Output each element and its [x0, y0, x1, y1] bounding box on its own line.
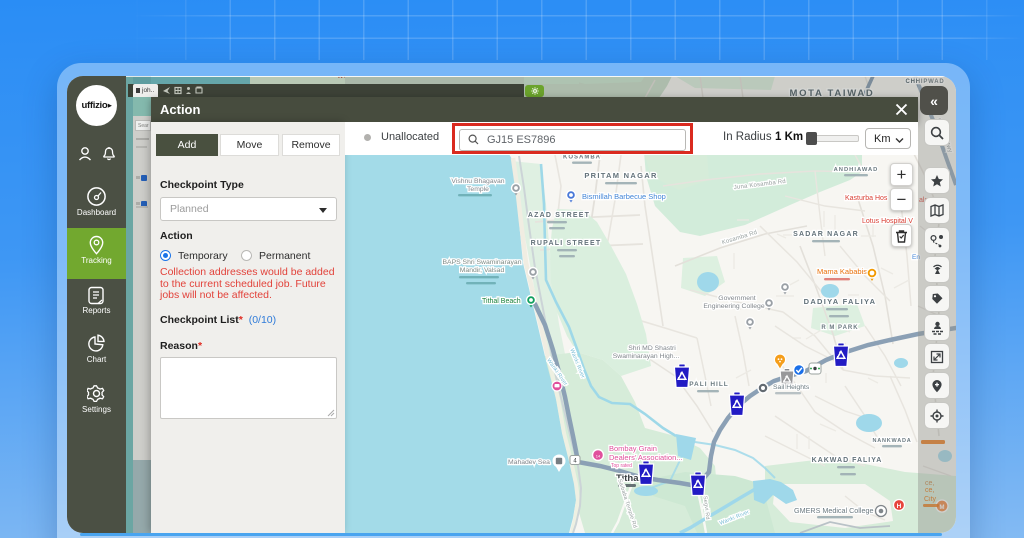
svg-text:BAPS Shri Swaminarayan: BAPS Shri Swaminarayan: [443, 259, 522, 266]
svg-text:Vishnu Bhagavan: Vishnu Bhagavan: [451, 178, 504, 185]
svg-text:R M PARK: R M PARK: [821, 325, 858, 331]
svg-text:14: 14: [596, 454, 601, 459]
svg-text:AZAD STREET: AZAD STREET: [528, 212, 590, 219]
svg-text:Sail Heights: Sail Heights: [773, 384, 810, 391]
svg-text:Mandir, Valsad: Mandir, Valsad: [460, 267, 505, 274]
svg-text:Mama Kababis: Mama Kababis: [817, 267, 867, 276]
svg-text:Bombay Grain: Bombay Grain: [609, 444, 657, 453]
svg-text:Shri MD Shastri: Shri MD Shastri: [628, 345, 676, 352]
svg-text:Mahadev Sea: Mahadev Sea: [508, 459, 550, 466]
svg-text:PRITAM NAGAR: PRITAM NAGAR: [584, 171, 657, 180]
svg-text:SADAR NAGAR: SADAR NAGAR: [793, 231, 859, 238]
svg-text:H: H: [897, 503, 902, 510]
svg-text:PALI HILL: PALI HILL: [689, 381, 729, 388]
svg-text:NANKWADA: NANKWADA: [872, 438, 911, 444]
svg-text:DADIYA FALIYA: DADIYA FALIYA: [804, 297, 877, 306]
svg-text:Kasturba Hos: Kasturba Hos: [845, 195, 888, 202]
svg-text:ANDHIAWAD: ANDHIAWAD: [834, 167, 879, 173]
svg-text:KAKWAD FALIYA: KAKWAD FALIYA: [812, 457, 883, 464]
svg-text:Temple: Temple: [467, 186, 489, 193]
svg-text:Government: Government: [718, 295, 756, 302]
svg-text:City: City: [924, 496, 937, 503]
svg-text:KOSAMBA: KOSAMBA: [563, 155, 601, 161]
svg-text:ce,: ce,: [925, 487, 934, 494]
svg-text:Tithal Beach: Tithal Beach: [482, 298, 521, 305]
svg-text:RUPALI STREET: RUPALI STREET: [531, 240, 602, 247]
svg-text:Bismillah Barbecue Shop: Bismillah Barbecue Shop: [582, 192, 666, 201]
svg-text:Top rated: Top rated: [611, 463, 632, 469]
svg-text:Swaminarayan High...: Swaminarayan High...: [613, 353, 680, 360]
svg-text:Engineering College: Engineering College: [703, 303, 764, 310]
svg-text:GMERS Medical College: GMERS Medical College: [794, 506, 874, 515]
